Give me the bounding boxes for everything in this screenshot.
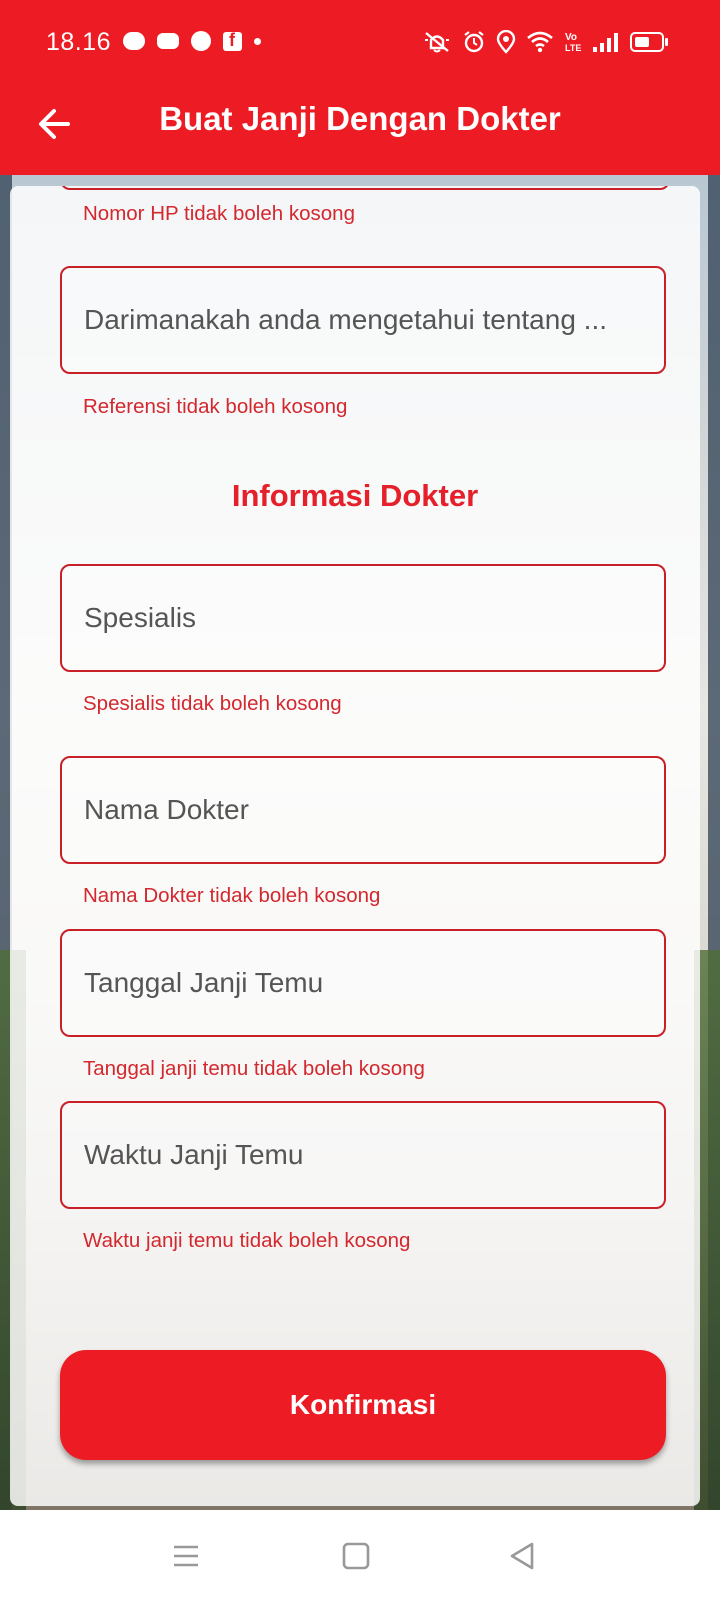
home-button[interactable] [340,1540,372,1572]
doctor-input[interactable] [62,758,664,862]
volte-icon: Vo LTE [565,32,581,53]
time-field[interactable] [60,1101,666,1209]
section-title: Informasi Dokter [231,478,479,513]
time-input[interactable] [62,1103,664,1207]
mute-icon [425,32,449,53]
doctor-field[interactable] [60,756,666,864]
svg-text:Vo: Vo [565,32,577,43]
wifi-icon [527,31,553,53]
specialist-input[interactable] [62,566,664,670]
menu-icon [174,1545,198,1567]
nav-back-button[interactable] [506,1540,538,1572]
top-bar: 18.16 f Vo LTE Buat Janji Dengan Dokter [0,0,720,175]
back-triangle-icon [510,1542,534,1570]
svg-text:LTE: LTE [565,43,581,53]
home-square-icon [342,1542,370,1570]
line-icon [123,32,145,50]
status-time: 18.16 [46,28,112,56]
page-title: Buat Janji Dengan Dokter [159,100,561,137]
specialist-field[interactable] [60,564,666,672]
date-field[interactable] [60,929,666,1037]
location-icon [496,30,516,54]
status-bar: 18.16 f Vo LTE [0,0,720,88]
facebook-icon [223,30,242,51]
messenger-icon [191,31,211,51]
form-card: Nomor HP tidak boleh kosong Referensi ti… [10,186,700,1506]
alarm-icon [464,31,484,53]
arrow-left-icon [39,109,70,139]
time-error: Waktu janji temu tidak boleh kosong [83,1229,411,1252]
referral-field[interactable] [60,266,666,374]
game-controller-icon [157,33,179,49]
signal-icon [593,33,618,52]
system-icons: Vo LTE [422,30,668,54]
referral-error: Referensi tidak boleh kosong [83,395,348,418]
back-button[interactable] [34,102,78,146]
doctor-error: Nama Dokter tidak boleh kosong [83,884,381,907]
battery-icon [630,32,668,52]
phone-error: Nomor HP tidak boleh kosong [83,202,355,225]
dot-icon [254,37,261,45]
date-error: Tanggal janji temu tidak boleh kosong [83,1057,425,1080]
menu-button[interactable] [170,1540,202,1572]
specialist-error: Spesialis tidak boleh kosong [83,692,342,715]
referral-input[interactable] [62,268,664,372]
phone-field[interactable] [60,186,670,190]
system-nav-bar [0,1510,720,1600]
notification-icons [123,30,261,51]
app-bar: Buat Janji Dengan Dokter [0,88,720,175]
date-input[interactable] [62,931,664,1035]
confirm-button[interactable]: Konfirmasi [60,1350,666,1460]
